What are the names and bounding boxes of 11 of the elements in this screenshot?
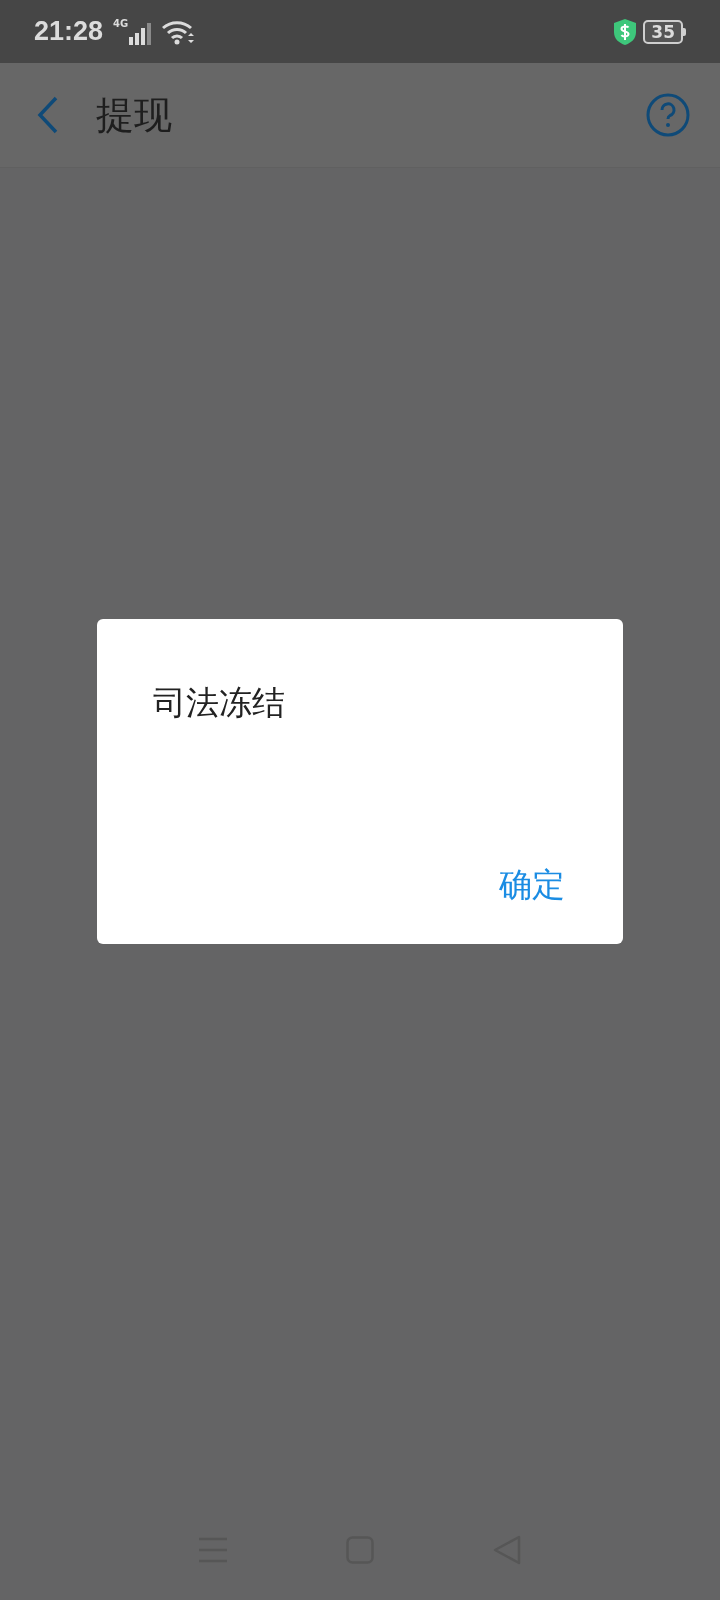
- dialog-message: 司法冻结: [153, 682, 286, 724]
- battery-icon: 35: [643, 19, 686, 44]
- shield-icon: [613, 17, 638, 46]
- clock-time: 21:28: [34, 16, 104, 47]
- network-type: 4G: [113, 18, 129, 29]
- signal-icon: [129, 22, 152, 45]
- back-icon[interactable]: [36, 96, 60, 134]
- wifi-icon: [161, 18, 196, 45]
- confirm-button[interactable]: 确定: [499, 859, 565, 912]
- page-title: 提现: [96, 91, 172, 139]
- help-icon[interactable]: [646, 93, 690, 137]
